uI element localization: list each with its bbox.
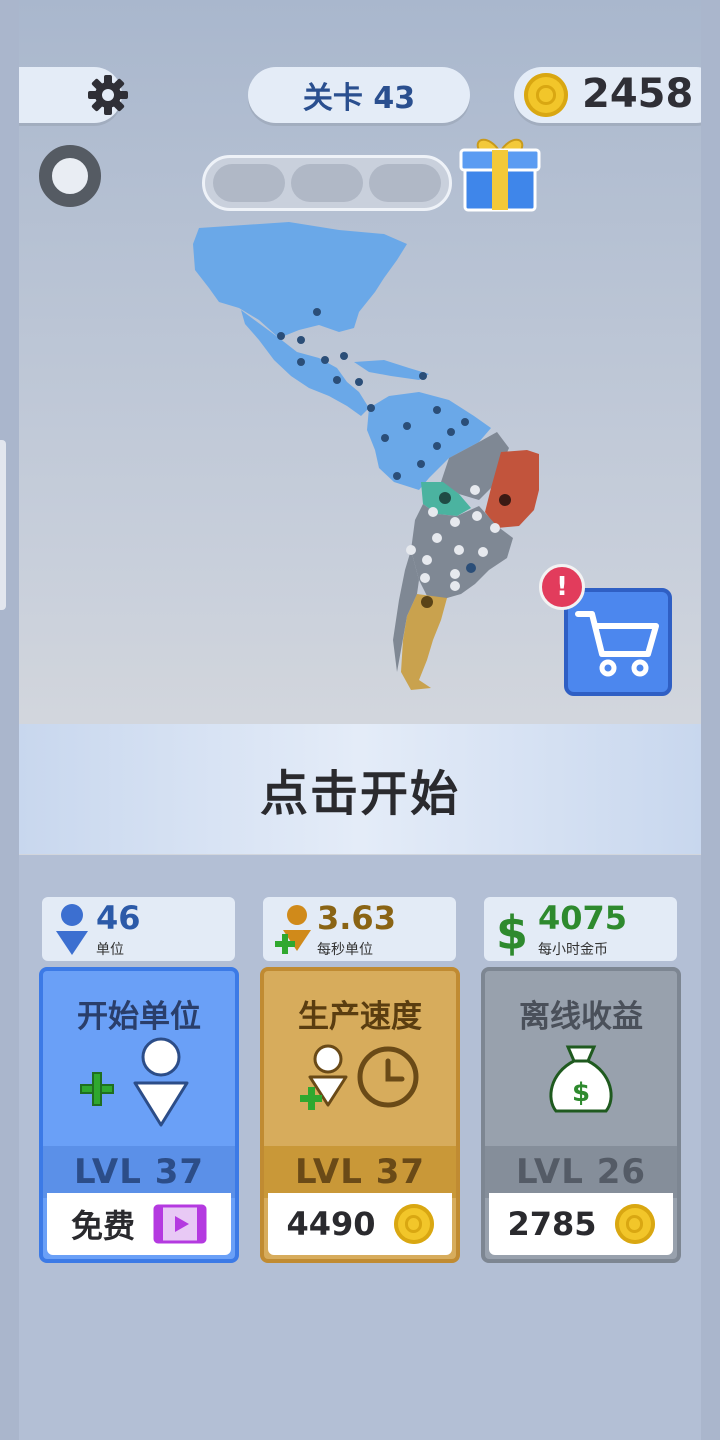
game-screen: 关卡 43 2458 ! 点击开始 46 单位 3.63 每秒单位 $ 4075… (19, 0, 701, 1440)
tap-to-start-label: 点击开始 (259, 766, 460, 822)
coin-balance-value: 2458 (582, 71, 694, 117)
upgrade-card-offline-earnings[interactable]: 离线收益 $ LVL 26 2785 (481, 967, 681, 1263)
progress-segment (213, 164, 285, 202)
stat-units: 46 单位 (42, 897, 235, 961)
gear-icon (88, 75, 128, 115)
gift-box-icon[interactable] (459, 130, 541, 212)
stat-units-label: 单位 (96, 942, 124, 958)
production-clock-icon (300, 1044, 419, 1110)
upgrade-level: LVL 37 (264, 1146, 456, 1198)
upgrade-title: 生产速度 (298, 999, 422, 1035)
upgrade-buy-button[interactable]: 2785 (489, 1193, 673, 1255)
upgrade-buy-button[interactable]: 免费 (47, 1193, 231, 1255)
upgrade-cost: 免费 (70, 1207, 135, 1245)
level-label: 关卡 43 (302, 81, 416, 116)
svg-text:$: $ (572, 1078, 590, 1108)
upgrade-level: LVL 26 (485, 1146, 677, 1198)
world-map[interactable] (179, 220, 539, 695)
stat-income: $ 4075 每小时金币 (484, 897, 677, 961)
stat-units-value: 46 (96, 899, 141, 937)
unit-plus-icon (275, 905, 311, 954)
ring-icon[interactable] (39, 145, 101, 207)
level-indicator: 关卡 43 (248, 67, 470, 123)
progress-segment (369, 164, 441, 202)
dollar-icon: $ (496, 906, 528, 959)
upgrade-cost: 4490 (286, 1205, 376, 1243)
coin-icon (393, 1204, 434, 1244)
level-progress-bar (202, 155, 452, 211)
shopping-cart-icon (575, 611, 659, 677)
add-unit-icon (80, 1037, 189, 1127)
svg-text:$: $ (496, 906, 528, 959)
settings-button[interactable] (19, 67, 128, 123)
upgrade-cost: 2785 (507, 1205, 597, 1243)
territory-caribbean (354, 360, 429, 380)
coin-icon (614, 1204, 655, 1244)
shop-alert-badge: ! (539, 564, 585, 610)
money-bag-icon: $ (549, 1045, 613, 1113)
unit-person-icon (56, 904, 88, 955)
stat-production-value: 3.63 (317, 899, 396, 937)
shop-button[interactable] (564, 588, 672, 696)
side-drawer-tab[interactable] (0, 440, 6, 610)
territory-north-america (193, 222, 407, 338)
tap-to-start-banner[interactable]: 点击开始 (19, 724, 701, 854)
video-ad-icon (153, 1204, 207, 1244)
upgrade-card-production-speed[interactable]: 生产速度 LVL 37 4490 (260, 967, 460, 1263)
upgrade-title: 开始单位 (77, 999, 201, 1035)
stat-income-value: 4075 (538, 899, 628, 937)
progress-segment (291, 164, 363, 202)
stat-income-label: 每小时金币 (538, 942, 608, 958)
upgrade-title: 离线收益 (519, 999, 643, 1035)
stat-production-label: 每秒单位 (317, 942, 373, 958)
coin-icon (524, 73, 568, 117)
stat-production: 3.63 每秒单位 (263, 897, 456, 961)
upgrade-card-start-units[interactable]: 开始单位 LVL 37 免费 (39, 967, 239, 1263)
coin-balance: 2458 (514, 67, 701, 123)
upgrade-buy-button[interactable]: 4490 (268, 1193, 452, 1255)
upgrade-level: LVL 37 (43, 1146, 235, 1198)
